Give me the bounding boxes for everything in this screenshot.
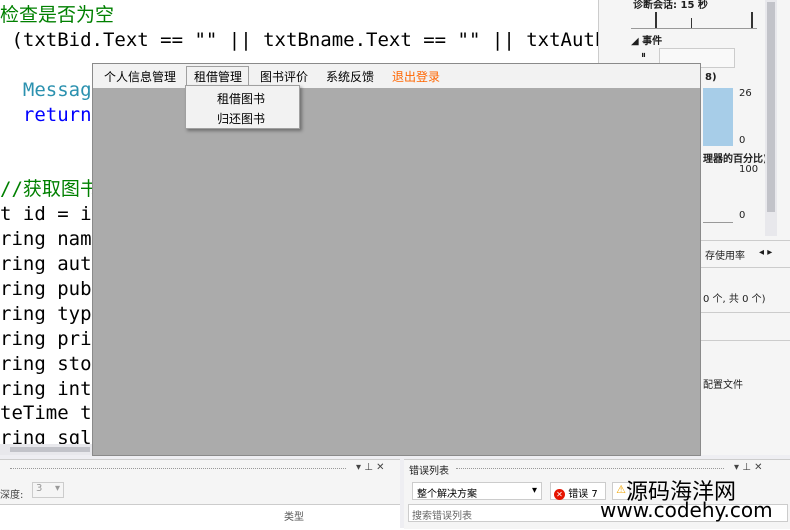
depth-value: 3 [36,483,43,494]
depth-select[interactable]: 3 ▾ [32,482,64,498]
menu-rental-management[interactable]: 租借管理 [194,68,242,85]
cpu-graph [703,168,733,223]
memory-max: 26 [739,88,752,99]
code-line: ring pub [0,277,92,300]
code-line: ring auth [0,253,103,275]
tab-arrows-icon[interactable]: ◂ ▸ [759,247,772,258]
memory-usage-tab[interactable]: 存使用率 [705,247,745,262]
watermark-url: www.codehy.com [600,498,773,522]
diag-vscrollbar[interactable] [765,0,777,236]
menu-personal-info[interactable]: 个人信息管理 [104,68,176,85]
error-panel-pin-icons[interactable]: ▾ ⊥ ✕ [734,462,762,473]
cpu-label: 理器的百分比) [703,154,768,165]
scope-value: 整个解决方案 [417,489,477,500]
cpu-min: 0 [739,210,746,221]
app-window: 个人信息管理 租借管理 图书评价 系统反馈 退出登录 [92,63,701,456]
left-tool-panel: ▾ ⊥ ✕ 深度: 3 ▾ 类型 [0,459,400,530]
menu-system-feedback[interactable]: 系统反馈 [326,68,374,85]
errors-count-label: 错误 7 [568,489,598,500]
error-icon: ✕ [554,489,565,500]
panel-pin-icons[interactable]: ▾ ⊥ ✕ [356,462,384,473]
code-line: t id = in [0,203,103,226]
code-line: ring type [0,302,103,325]
cpu-max: 100 [739,164,759,175]
code-line: teTime ti [0,402,103,425]
menu-item-return-book[interactable]: 归还图书 [217,110,265,127]
error-list-title: 错误列表 [409,466,449,477]
code-line: ring stor [0,352,103,375]
memory-graph-fill [703,88,733,146]
code-line: //获取图书 [0,178,99,201]
events-section[interactable]: ◢ 事件 [631,32,662,47]
code-line: (txtBid.Text == "" || txtBname.Text == "… [0,28,598,51]
code-line: 检查是否为空 [0,4,115,26]
code-line: ring pric [0,327,103,350]
profile-label: 配置文件 [703,380,743,391]
memory-min: 0 [739,135,746,146]
code-line: ring name [0,228,103,251]
graph-label: 8) [705,72,717,83]
pause-icon[interactable]: ⏸ [641,50,646,61]
error-search-placeholder: 搜索错误列表 [412,511,472,522]
timeline-ruler [631,10,757,29]
scope-select[interactable]: 整个解决方案 ▾ [412,482,542,500]
menu-book-reviews[interactable]: 图书评价 [260,68,308,85]
menu-item-rent-book[interactable]: 租借图书 [217,90,265,107]
code-line: Message [0,78,103,101]
code-line: return; [0,103,103,126]
depth-label: 深度: [0,490,24,501]
errors-filter-button[interactable]: ✕ 错误 7 [550,482,606,500]
memory-tab-bar[interactable]: 存使用率 ◂ ▸ [699,240,790,268]
type-header[interactable]: 类型 [284,508,304,523]
menu-logout[interactable]: 退出登录 [392,68,440,85]
rental-dropdown-menu: 租借图书 归还图书 [185,85,300,129]
code-line: ring intr [0,377,103,400]
snapshot-count: 0 个, 共 0 个) [703,294,766,305]
